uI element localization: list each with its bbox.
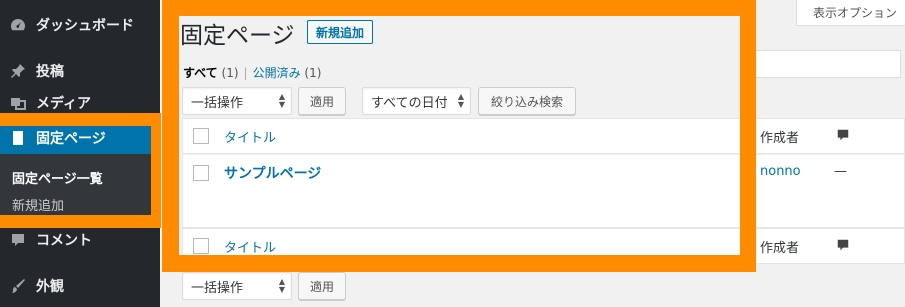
select-arrows-icon: ▲ ▼	[278, 277, 285, 294]
screen-options-button[interactable]: 表示オプション	[796, 0, 905, 26]
select-arrows-icon: ▲ ▼	[278, 92, 285, 109]
menu-label-pages: 固定ページ	[36, 131, 106, 147]
date-filter-value: すべての日付	[371, 95, 448, 111]
bulk-action-select-top[interactable]: 一括操作 ▲ ▼	[182, 87, 292, 115]
media-icon	[8, 93, 28, 113]
menu-label-appearance: 外観	[36, 279, 64, 295]
menu-item-comments[interactable]: コメント	[0, 223, 160, 257]
filter-all-link[interactable]: すべて	[183, 66, 218, 80]
menu-label-media: メディア	[36, 96, 92, 112]
date-filter-select[interactable]: すべての日付 ▲ ▼	[362, 87, 471, 115]
status-filter-links: すべて (1) | 公開済み (1)	[183, 64, 321, 81]
menu-item-pages[interactable]: 固定ページ	[0, 121, 160, 155]
filter-published-count: (1)	[304, 66, 322, 80]
row-author-link[interactable]: nonno	[760, 164, 801, 179]
pages-submenu: 固定ページ一覧 新規追加	[0, 154, 160, 226]
menu-label-comments: コメント	[36, 233, 92, 249]
search-input[interactable]	[755, 50, 901, 78]
submenu-item-all-pages[interactable]: 固定ページ一覧	[12, 168, 103, 187]
bulk-action-select-bottom[interactable]: 一括操作 ▲ ▼	[182, 272, 292, 300]
select-all-checkbox-footer[interactable]	[193, 238, 209, 254]
menu-label-dashboard: ダッシュボード	[36, 18, 134, 34]
column-title-sort-link[interactable]: タイトル	[224, 127, 276, 146]
filter-button[interactable]: 絞り込み検索	[478, 87, 576, 115]
comments-column-icon-footer[interactable]	[836, 238, 850, 252]
menu-label-posts: 投稿	[36, 64, 64, 80]
filter-all-count: (1)	[221, 66, 239, 80]
bulk-action-value-top: 一括操作	[191, 95, 244, 111]
dashboard-icon	[8, 15, 28, 35]
comments-column-icon[interactable]	[836, 128, 850, 142]
page-icon	[8, 128, 28, 148]
filter-separator: |	[243, 66, 248, 80]
column-author-header: 作成者	[760, 131, 800, 146]
page-title: 固定ページ	[180, 23, 295, 49]
menu-item-appearance[interactable]: 外観	[0, 269, 160, 303]
brush-icon	[8, 276, 28, 296]
menu-item-media[interactable]: メディア	[0, 86, 160, 120]
menu-item-dashboard[interactable]: ダッシュボード	[0, 8, 160, 42]
apply-button-bottom[interactable]: 適用	[298, 272, 346, 300]
comment-icon	[8, 230, 28, 250]
row-title-link[interactable]: サンプルページ	[224, 163, 321, 183]
apply-button-top[interactable]: 適用	[298, 87, 346, 115]
submenu-item-add-new[interactable]: 新規追加	[12, 195, 64, 214]
column-title-sort-link-footer[interactable]: タイトル	[224, 237, 276, 256]
menu-item-posts[interactable]: 投稿	[0, 54, 160, 88]
select-arrows-icon: ▲ ▼	[457, 92, 464, 109]
admin-sidebar: ダッシュボード 投稿 メディア 固定ページ 固定ページ一覧 新規追加 コメント …	[0, 0, 160, 307]
add-new-page-button[interactable]: 新規追加	[307, 20, 374, 44]
select-all-checkbox[interactable]	[193, 128, 209, 144]
column-author-footer: 作成者	[760, 241, 800, 256]
bulk-action-value-bottom: 一括操作	[191, 280, 244, 296]
filter-published-link[interactable]: 公開済み	[253, 66, 301, 80]
pin-icon	[8, 61, 28, 81]
row-comments-count: —	[834, 164, 847, 179]
row-checkbox[interactable]	[193, 165, 209, 181]
